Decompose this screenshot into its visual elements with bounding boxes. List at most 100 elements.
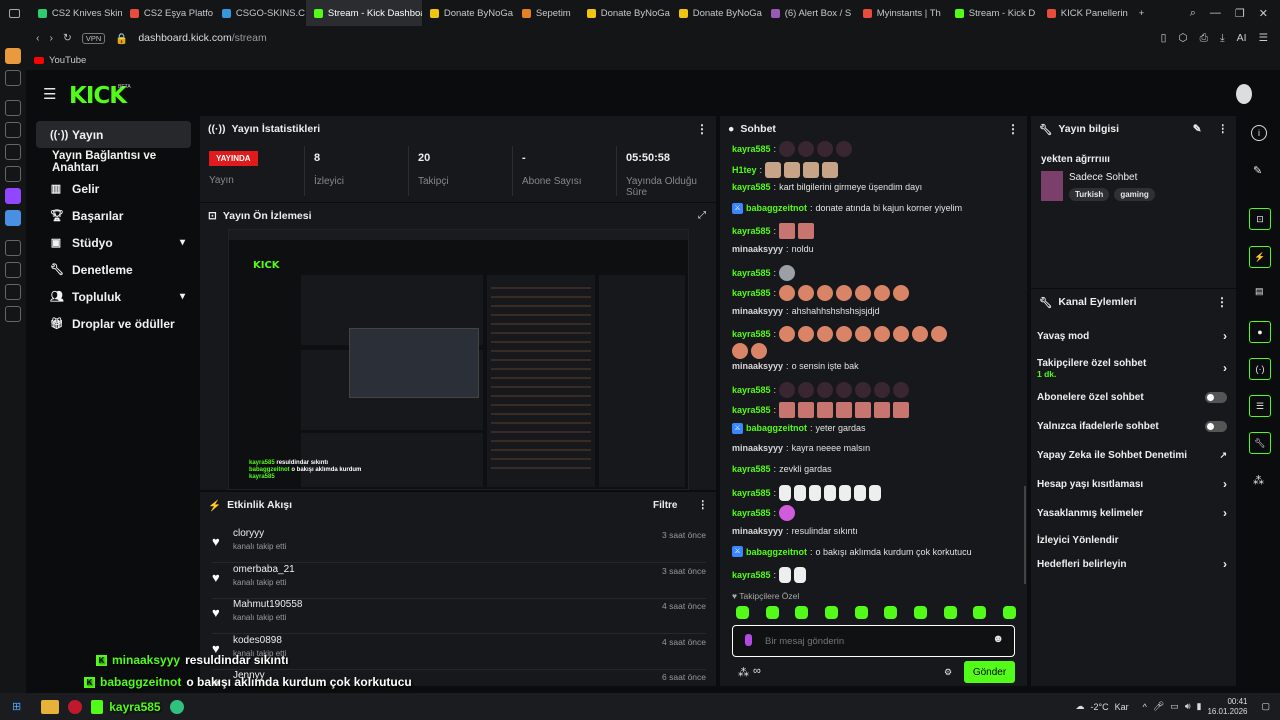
chat-username[interactable]: kayra585: [732, 508, 771, 518]
chat-bubble-icon[interactable]: ●: [1249, 321, 1271, 343]
chat-message[interactable]: ⚔ babaggzeitnot: yeter gardas: [732, 422, 866, 434]
chat-input-box[interactable]: ☻: [732, 625, 1015, 657]
channel-action-8[interactable]: Hedefleri belirleyin ›: [1037, 553, 1227, 575]
extensions-icon[interactable]: ⬡: [1178, 32, 1187, 45]
info-icon[interactable]: i: [1251, 125, 1267, 141]
search-tabs-icon[interactable]: ⌕: [1190, 7, 1196, 20]
back-icon[interactable]: ‹: [36, 32, 40, 44]
download-icon[interactable]: ⤓: [1220, 32, 1225, 45]
sidebar-item-basarilar[interactable]: 🏆︎ Başarılar: [36, 202, 191, 229]
player-icon[interactable]: [5, 240, 21, 256]
emote-icon[interactable]: [943, 606, 957, 619]
chat-username[interactable]: H1tey: [732, 165, 757, 175]
chat-username[interactable]: kayra585: [732, 405, 771, 415]
channel-action-3[interactable]: Yalnızca ifadelerle sohbet: [1037, 415, 1227, 437]
clock[interactable]: 00:41 16.01.2026: [1207, 697, 1247, 717]
browser-tab[interactable]: Donate ByNoGa: [671, 0, 763, 26]
channel-action-7[interactable]: İzleyici Yönlendir: [1037, 529, 1227, 551]
menu-icon[interactable]: ☰: [1259, 32, 1268, 45]
chat-message[interactable]: kayra585:: [732, 285, 910, 302]
emote-icon[interactable]: [824, 606, 838, 619]
browser-tab[interactable]: Stream - Kick D: [947, 0, 1039, 26]
browser-tab[interactable]: Sepetim: [514, 0, 579, 26]
gx-icon[interactable]: [5, 166, 21, 182]
activity-row[interactable]: ♥ omerbaba_21 kanalı takip etti 3 saat önce: [212, 564, 706, 599]
chat-username[interactable]: kayra585: [732, 329, 771, 339]
channel-action-2[interactable]: Abonelere özel sohbet: [1037, 386, 1227, 408]
emote-icon[interactable]: [854, 606, 868, 619]
activity-row[interactable]: ♥ Mahmut190558 kanalı takip etti 4 saat önc…: [212, 599, 706, 634]
chat-message[interactable]: kayra585:: [732, 567, 807, 583]
chat-message[interactable]: minaaksyyy: noldu: [732, 244, 814, 254]
chat-username[interactable]: kayra585: [732, 268, 771, 278]
chat-username[interactable]: kayra585: [732, 464, 771, 474]
new-tab-button[interactable]: +: [1131, 0, 1153, 26]
channel-action-1[interactable]: Takipçilere özel sohbet 1 dk. ›: [1037, 354, 1227, 382]
clip-icon[interactable]: ⊡: [1249, 208, 1271, 230]
browser-tab[interactable]: KICK Panellerin: [1039, 0, 1131, 26]
refresh-icon[interactable]: [5, 100, 21, 116]
url-text[interactable]: dashboard.kick.com/stream: [138, 32, 266, 44]
chat-message[interactable]: ⚔ babaggzeitnot: donate atında bi kajun ko…: [732, 202, 962, 214]
emote-icon[interactable]: [973, 606, 987, 619]
chat-username[interactable]: minaaksyyy: [732, 244, 783, 254]
kick-app-icon[interactable]: [91, 699, 104, 714]
channel-action-0[interactable]: Yavaş mod ›: [1037, 325, 1227, 347]
network-icon[interactable]: ▭: [1170, 701, 1179, 712]
spotify-icon[interactable]: [169, 699, 184, 714]
browser-tab[interactable]: Donate ByNoGa: [422, 0, 514, 26]
chat-username[interactable]: minaaksyyy: [732, 443, 783, 453]
hamburger-icon[interactable]: ☰: [43, 85, 56, 103]
chat-message[interactable]: minaaksyyy: ahshahhshshshsjsjdjd: [732, 306, 880, 316]
emote-icon[interactable]: [913, 606, 927, 619]
more-icon[interactable]: ⋮: [1216, 295, 1228, 309]
opera-menu-icon[interactable]: [0, 0, 30, 26]
chat-scrollbar[interactable]: [1024, 486, 1026, 584]
flash-icon[interactable]: ⚡: [1249, 246, 1271, 268]
emoji-icon[interactable]: ☻: [992, 633, 1004, 645]
emote-icon[interactable]: [884, 606, 898, 619]
translate-icon[interactable]: [5, 210, 21, 226]
browser-tab[interactable]: Stream - Kick Dashboard: [305, 0, 422, 26]
settings-icon[interactable]: [5, 306, 21, 322]
minimize-icon[interactable]: —: [1210, 7, 1221, 20]
chat-message[interactable]: minaaksyyy: o sensin işte bak: [732, 361, 859, 371]
opera-gx-icon[interactable]: [68, 699, 83, 714]
browser-tab[interactable]: CS2 Knives Skin: [30, 0, 122, 26]
chat-username[interactable]: kayra585: [732, 182, 771, 192]
bookmark-icon[interactable]: ▯: [1161, 32, 1167, 45]
tray-chevron-icon[interactable]: ^: [1143, 702, 1147, 712]
channel-action-6[interactable]: Yasaklanmış kelimeler ›: [1037, 502, 1227, 524]
vpn-badge[interactable]: VPN: [81, 32, 106, 44]
browser-tab[interactable]: Myinstants | Th: [855, 0, 947, 26]
chat-settings-icon[interactable]: ⚙: [944, 667, 952, 678]
more-icon[interactable]: ⋮: [1007, 122, 1019, 136]
twitch-icon[interactable]: [5, 188, 21, 204]
browser-tab[interactable]: CS2 Eşya Platfo: [122, 0, 214, 26]
history-icon[interactable]: [5, 262, 21, 278]
chat-message[interactable]: kayra585: zevkli gardas: [732, 464, 832, 474]
sidebar-item-droplar[interactable]: 🎁︎ Droplar ve ödüller: [36, 310, 191, 337]
activity-username[interactable]: kodes0898: [233, 635, 282, 646]
chat-username[interactable]: kayra585: [732, 488, 771, 498]
chat-username[interactable]: kayra585: [732, 226, 771, 236]
sidebar-item-stream-key[interactable]: Yayın Bağlantısı ve Anahtarı: [36, 148, 191, 175]
channel-action-4[interactable]: Yapay Zeka ile Sohbet Denetimi ↗: [1037, 444, 1227, 466]
chat-message[interactable]: kayra585:: [732, 223, 815, 240]
document-icon[interactable]: ▤: [1255, 286, 1264, 297]
filter-button[interactable]: Filtre: [653, 500, 677, 511]
emote-picker-row[interactable]: [736, 606, 1016, 619]
pencil-icon[interactable]: ✎: [1253, 164, 1262, 177]
chat-message[interactable]: kayra585:: [732, 141, 853, 157]
mic-tray-icon[interactable]: 🎤︎: [1153, 701, 1164, 712]
chat-username[interactable]: babaggzeitnot: [746, 423, 807, 433]
browser-tab[interactable]: Donate ByNoGa: [579, 0, 671, 26]
news-icon[interactable]: [5, 144, 21, 160]
explorer-icon[interactable]: [41, 699, 60, 714]
emote-icon[interactable]: [1002, 606, 1016, 619]
battery-icon[interactable]: ▮: [1196, 701, 1201, 712]
stream-preview-video[interactable]: KICK kayra585 resuldindar sıkıntı babagg…: [228, 229, 689, 490]
chat-username[interactable]: babaggzeitnot: [746, 203, 807, 213]
snapshot-icon[interactable]: ⎙: [1200, 32, 1208, 45]
ai-icon[interactable]: AI: [1237, 32, 1247, 45]
